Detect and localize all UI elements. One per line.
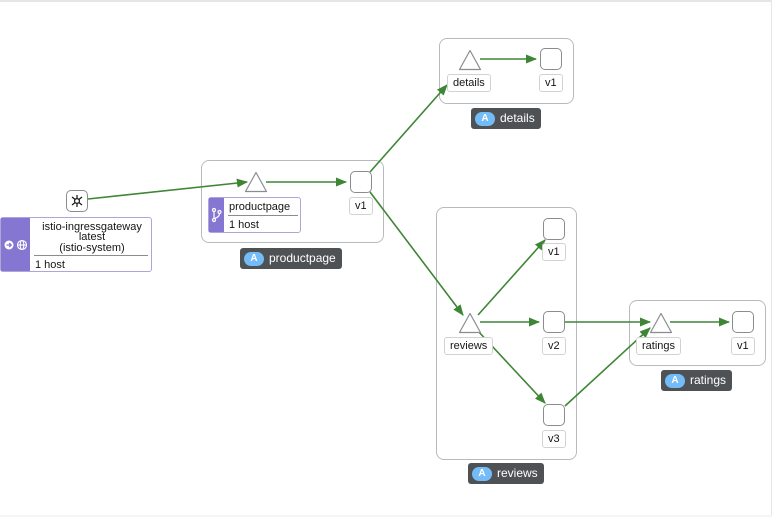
ratings-v1-label: v1 [731, 337, 755, 355]
root-gateway-icon [71, 195, 83, 207]
reviews-app-badge[interactable]: A reviews [468, 463, 544, 484]
ratings-service-node[interactable] [649, 312, 673, 334]
app-badge-icon: A [475, 111, 495, 126]
gateway-root-node[interactable] [66, 190, 88, 212]
reviews-v2-node[interactable] [543, 311, 565, 333]
reviews-app-name: reviews [497, 466, 538, 480]
gateway-divider [34, 255, 148, 256]
productpage-v1-label: v1 [349, 197, 373, 215]
ingress-arrow-icon [4, 240, 14, 250]
ingressgateway-workload-card[interactable]: istio-ingressgateway latest (istio-syste… [0, 217, 152, 272]
gateway-hosts: 1 host [35, 259, 65, 271]
ratings-v1-node[interactable] [732, 311, 754, 333]
app-badge-icon: A [665, 373, 685, 388]
details-v1-label: v1 [539, 74, 563, 92]
gateway-globe-icon [16, 239, 28, 251]
workload-strip [1, 218, 30, 271]
edge-productpage-reviews [369, 191, 464, 316]
productpage-app-badge[interactable]: A productpage [240, 248, 342, 269]
reviews-service-node[interactable] [458, 312, 482, 334]
ratings-app-name: ratings [690, 373, 727, 387]
productpage-hosts: 1 host [229, 219, 259, 231]
productpage-app-name: productpage [269, 251, 336, 265]
app-badge-icon: A [472, 466, 492, 481]
edge-reviews-v1 [477, 239, 546, 316]
reviews-v2-label: v2 [542, 337, 566, 355]
gateway-namespace: (istio-system) [59, 242, 125, 254]
reviews-v1-node[interactable] [543, 218, 565, 240]
details-service-label: details [447, 74, 491, 92]
app-badge-icon: A [244, 251, 264, 266]
details-app-badge[interactable]: A details [471, 108, 541, 129]
ratings-service-label: ratings [636, 337, 682, 355]
productpage-virtualservice-card[interactable]: productpage 1 host [208, 197, 301, 233]
reviews-v3-label: v3 [542, 430, 566, 448]
reviews-v1-label: v1 [542, 243, 566, 261]
reviews-v3-node[interactable] [543, 404, 565, 426]
productpage-service-label: productpage [229, 201, 291, 213]
virtual-service-branch-icon [211, 207, 222, 223]
productpage-service-node[interactable] [244, 171, 268, 193]
details-service-node[interactable] [458, 49, 482, 71]
productpage-v1-node[interactable] [350, 171, 372, 193]
reviews-service-label: reviews [444, 337, 494, 355]
graph-canvas[interactable]: istio-ingressgateway latest (istio-syste… [0, 0, 772, 515]
edge-productpage-details [369, 84, 448, 173]
details-v1-node[interactable] [540, 48, 562, 70]
details-app-name: details [500, 111, 535, 125]
ratings-app-badge[interactable]: A ratings [661, 370, 733, 391]
